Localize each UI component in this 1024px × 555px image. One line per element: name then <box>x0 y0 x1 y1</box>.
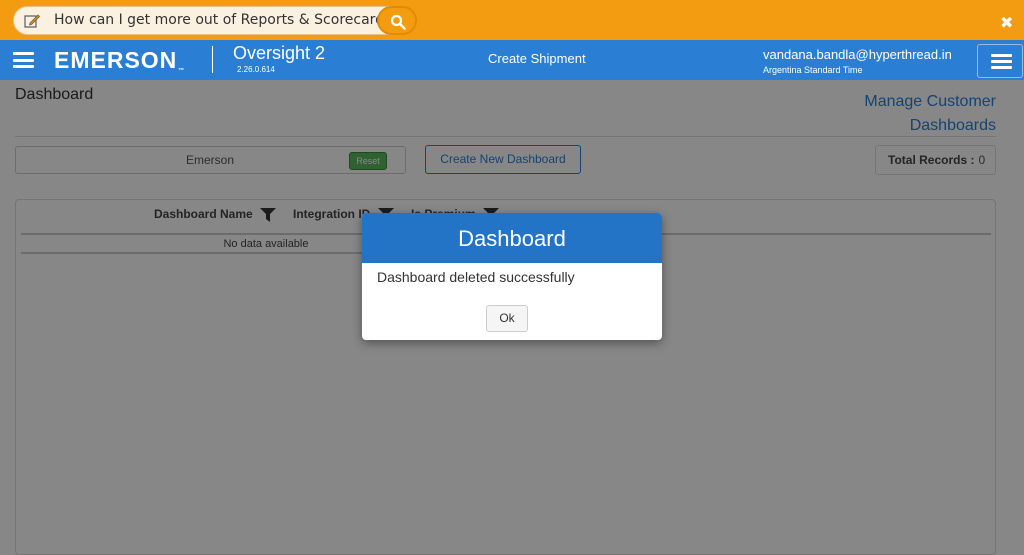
app-name: Oversight 2 <box>233 43 326 63</box>
hamburger-menu-icon[interactable] <box>13 52 34 68</box>
dialog-title: Dashboard <box>362 213 662 263</box>
help-question-text[interactable]: How can I get more out of Reports & Scor… <box>54 12 399 28</box>
search-icon <box>390 14 406 30</box>
brand-divider <box>212 46 213 73</box>
user-email[interactable]: vandana.bandla@hyperthread.in <box>763 47 952 62</box>
close-icon[interactable]: ✖ <box>1000 13 1013 32</box>
dialog-message: Dashboard deleted successfully <box>377 269 575 285</box>
help-search-button[interactable] <box>377 6 417 35</box>
ok-button[interactable]: Ok <box>486 305 528 332</box>
create-shipment-link[interactable]: Create Shipment <box>488 51 586 66</box>
brand-logo[interactable]: EMERSON™ <box>54 47 185 74</box>
top-navbar: EMERSON™ Oversight 2 2.26.0.614 Create S… <box>0 40 1024 80</box>
brand-name: EMERSON <box>54 47 178 73</box>
user-timezone: Argentina Standard Time <box>763 65 863 75</box>
user-menu-icon[interactable] <box>977 44 1023 78</box>
help-search-pill[interactable]: How can I get more out of Reports & Scor… <box>13 6 417 35</box>
edit-icon <box>24 14 40 28</box>
dashboard-deleted-dialog: Dashboard Dashboard deleted successfully… <box>362 213 662 340</box>
brand-trademark: ™ <box>178 68 186 74</box>
help-bar: How can I get more out of Reports & Scor… <box>0 0 1024 40</box>
app-version: 2.26.0.614 <box>237 65 275 74</box>
